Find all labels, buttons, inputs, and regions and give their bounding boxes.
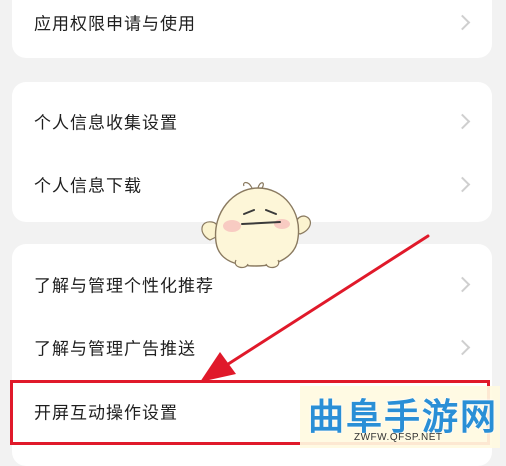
chevron-right-icon bbox=[454, 339, 471, 356]
menu-item-label: 了解与管理个性化推荐 bbox=[34, 276, 214, 297]
mascot-illustration bbox=[201, 181, 311, 269]
menu-item-personal-info-collection[interactable]: 个人信息收集设置 bbox=[12, 96, 492, 146]
chevron-right-icon bbox=[454, 14, 471, 31]
menu-item-label: 应用权限申请与使用 bbox=[34, 14, 196, 35]
menu-item-app-permissions[interactable]: 应用权限申请与使用 bbox=[12, 0, 492, 47]
menu-item-label: 了解与管理广告推送 bbox=[34, 339, 196, 360]
menu-item-label: 个人信息收集设置 bbox=[34, 113, 178, 134]
menu-item-label: 个人信息下载 bbox=[34, 176, 142, 197]
menu-item-ad-push[interactable]: 了解与管理广告推送 bbox=[12, 322, 492, 372]
chevron-right-icon bbox=[454, 276, 471, 293]
chevron-right-icon bbox=[454, 113, 471, 130]
watermark-url: ZWFW.QFSP.NET bbox=[354, 432, 443, 443]
chevron-right-icon bbox=[454, 176, 471, 193]
settings-card-app-permissions: 应用权限申请与使用 bbox=[12, 0, 492, 58]
watermark: 曲阜手游网 ZWFW.QFSP.NET bbox=[300, 386, 500, 448]
